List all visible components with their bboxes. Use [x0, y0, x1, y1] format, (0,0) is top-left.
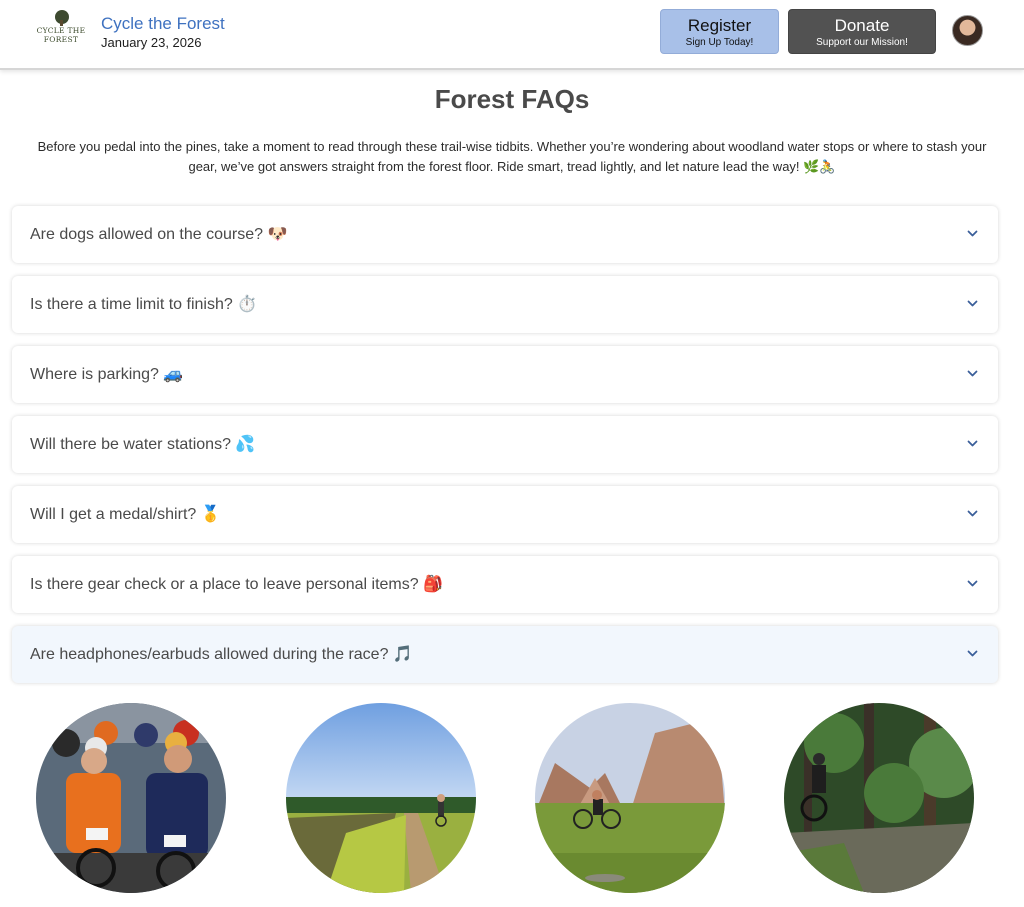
avatar[interactable] [952, 15, 983, 46]
faq-item-parking[interactable]: Where is parking? 🚙 [12, 346, 998, 403]
register-button[interactable]: Register Sign Up Today! [660, 9, 779, 54]
photo-mountain-meadow [535, 703, 725, 893]
chevron-down-icon [967, 370, 978, 377]
chevron-down-icon [967, 580, 978, 587]
logo-text-line2: FOREST [43, 35, 79, 44]
photo-race-start-crowd [36, 703, 226, 893]
faq-item-medal-shirt[interactable]: Will I get a medal/shirt? 🥇 [12, 486, 998, 543]
site-header: CYCLE THE FOREST Cycle the Forest Januar… [0, 0, 1024, 70]
faq-question: Are headphones/earbuds allowed during th… [30, 646, 413, 663]
donate-label: Donate [834, 16, 890, 35]
intro-line-2: gear, we’ve got answers straight from th… [188, 158, 836, 174]
donate-sublabel: Support our Mission! [816, 37, 908, 48]
photo-gravel-road [286, 703, 476, 893]
faq-item-water-stations[interactable]: Will there be water stations? 💦 [12, 416, 998, 473]
faq-question: Where is parking? 🚙 [30, 366, 184, 383]
faq-item-time-limit[interactable]: Is there a time limit to finish? ⏱️ [12, 276, 998, 333]
page-title: Forest FAQs [434, 84, 590, 114]
site-title[interactable]: Cycle the Forest [101, 14, 225, 34]
photo-forest-trail [784, 703, 974, 893]
intro-line-1: Before you pedal into the pines, take a … [37, 139, 987, 154]
faq-item-dogs[interactable]: Are dogs allowed on the course? 🐶 [12, 206, 998, 263]
register-sublabel: Sign Up Today! [685, 37, 754, 48]
chevron-down-icon [967, 300, 978, 307]
chevron-down-icon [967, 650, 978, 657]
logo-text-line1: CYCLE THE [36, 26, 86, 35]
faq-item-headphones[interactable]: Are headphones/earbuds allowed during th… [12, 626, 998, 683]
faq-question: Will I get a medal/shirt? 🥇 [30, 506, 221, 523]
tree-icon [55, 10, 69, 26]
chevron-down-icon [967, 440, 978, 447]
register-label: Register [687, 16, 752, 35]
faq-question: Are dogs allowed on the course? 🐶 [30, 226, 288, 243]
event-date: January 23, 2026 [101, 35, 202, 50]
faq-question: Is there a time limit to finish? ⏱️ [30, 296, 258, 313]
chevron-down-icon [967, 230, 978, 237]
faq-question: Will there be water stations? 💦 [30, 436, 256, 453]
site-logo[interactable]: CYCLE THE FOREST [36, 10, 86, 50]
faq-question: Is there gear check or a place to leave … [30, 576, 444, 593]
faq-item-gear-check[interactable]: Is there gear check or a place to leave … [12, 556, 998, 613]
donate-button[interactable]: Donate Support our Mission! [788, 9, 936, 54]
chevron-down-icon [967, 510, 978, 517]
intro-text: Before you pedal into the pines, take a … [20, 137, 1004, 176]
